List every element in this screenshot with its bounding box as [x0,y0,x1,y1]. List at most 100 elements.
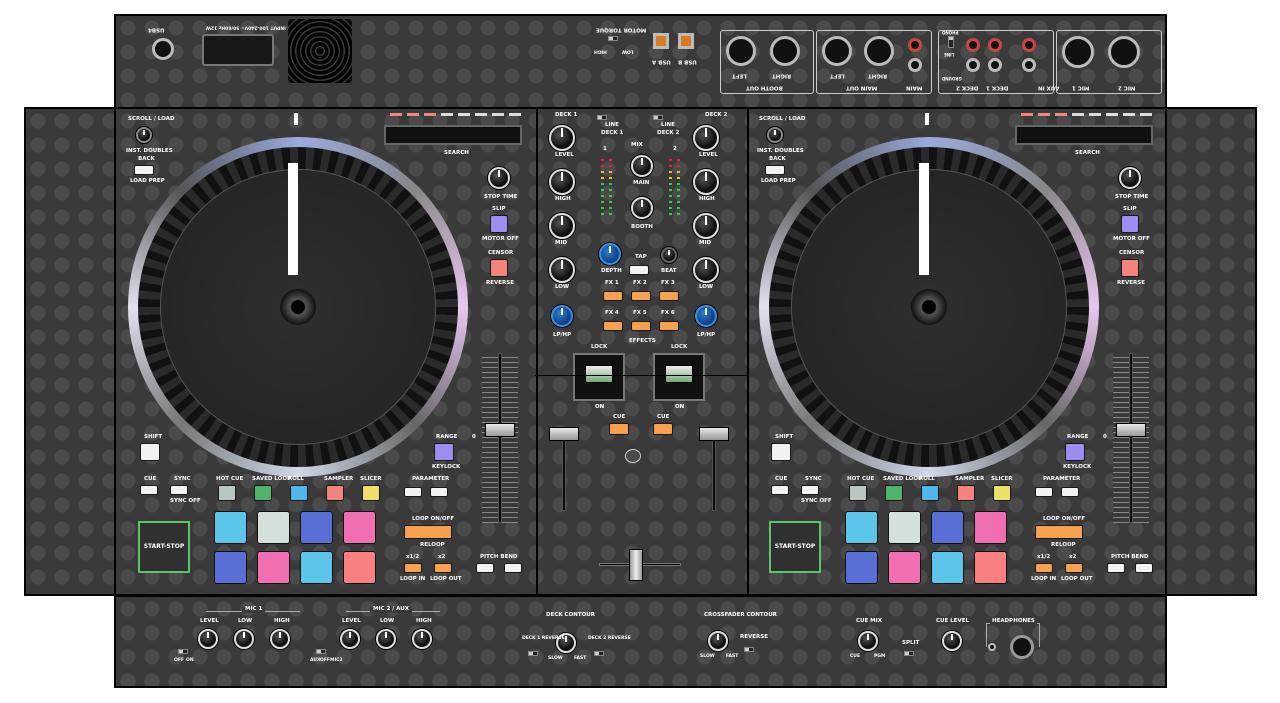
main-out-left-jack[interactable] [822,36,852,66]
deck-right-parameter-right-button[interactable] [1061,487,1079,497]
deck-right-search-display[interactable] [1015,125,1153,145]
fx-depth-knob[interactable] [599,243,621,265]
cue-right-button[interactable] [653,423,673,435]
mic1-low-knob[interactable] [234,629,254,649]
deck-right-back-button[interactable] [765,165,785,175]
deck-right-parameter-left-button[interactable] [1035,487,1053,497]
deck-left-performance-pad-5[interactable] [214,551,247,584]
headphones-mini-jack[interactable] [988,643,996,651]
deck-left-slip-button[interactable] [490,215,508,233]
channel-right-low-knob[interactable] [693,257,719,283]
deck-right-roll-button[interactable] [921,485,939,501]
deck-left-pitch-bend-up-button[interactable] [504,563,522,573]
fx6-button[interactable] [659,321,679,331]
mic1-jack[interactable] [1062,36,1094,68]
usb-a-port[interactable] [653,33,669,49]
fx5-button[interactable] [631,321,651,331]
deck-right-sampler-button[interactable] [957,485,975,501]
deck-left-pitch-bend-down-button[interactable] [476,563,494,573]
main-out-right-jack[interactable] [864,36,894,66]
booth-out-left-jack[interactable] [726,36,756,66]
deck-left-loop-half-button[interactable] [404,563,422,573]
deck-right-pitch-bend-up-button[interactable] [1135,563,1153,573]
channel-left-level-knob[interactable] [549,125,575,151]
deck-right-slicer-button[interactable] [993,485,1011,501]
cue-mix-knob[interactable] [858,631,878,651]
xfader-reverse-switch[interactable] [744,647,754,652]
deck2-phono-line-switch[interactable] [948,36,954,48]
aux-rca-right[interactable] [1022,38,1036,52]
deck-right-loop-half-button[interactable] [1035,563,1053,573]
deck-left-parameter-left-button[interactable] [404,487,422,497]
lock-right-switch[interactable] [653,353,705,401]
deck-right-pitch-fader[interactable] [1116,423,1146,437]
deck-right-performance-pad-6[interactable] [888,551,921,584]
deck-left-pitch-fader[interactable] [485,423,515,437]
deck-left-jog-wheel[interactable] [128,137,468,477]
channel-right-high-knob[interactable] [693,169,719,195]
deck-left-search-display[interactable] [384,125,522,145]
fx4-button[interactable] [603,321,623,331]
deck-right-sync-button[interactable] [801,485,819,495]
mic2-level-knob[interactable] [340,629,360,649]
deck-left-performance-pad-8[interactable] [343,551,376,584]
channel-left-lphp-knob[interactable] [551,305,573,327]
deck-right-start-stop-button[interactable]: START-STOP [769,521,821,573]
deck-left-stop-time-knob[interactable] [488,167,510,189]
deck-left-performance-pad-2[interactable] [257,511,290,544]
motor-torque-switch[interactable] [608,36,618,41]
deck-right-stop-time-knob[interactable] [1119,167,1141,189]
deck-left-sampler-button[interactable] [326,485,344,501]
deck1-line-switch[interactable] [597,115,607,120]
aux-rca-left[interactable] [1022,58,1036,72]
deck-right-performance-pad-4[interactable] [974,511,1007,544]
mic2-aux-switch[interactable] [316,649,326,654]
deck-right-hot-cue-button[interactable] [849,485,867,501]
deck-left-performance-pad-4[interactable] [343,511,376,544]
fx2-button[interactable] [631,291,651,301]
deck-left-cue-button[interactable] [140,485,158,495]
crossfader[interactable] [629,549,643,581]
fx3-button[interactable] [659,291,679,301]
lock-left-switch[interactable] [573,353,625,401]
main-rca-left[interactable] [908,58,922,72]
deck-left-range-button[interactable] [434,443,454,461]
deck-left-saved-loop-button[interactable] [254,485,272,501]
deck-left-loop-double-button[interactable] [434,563,452,573]
deck-left-shift-button[interactable] [140,443,160,461]
deck-right-performance-pad-5[interactable] [845,551,878,584]
deck-left-roll-button[interactable] [290,485,308,501]
channel-left-low-knob[interactable] [549,257,575,283]
deck-right-censor-button[interactable] [1121,259,1139,277]
deck-left-performance-pad-6[interactable] [257,551,290,584]
split-switch[interactable] [904,651,914,656]
deck-right-saved-loop-button[interactable] [885,485,903,501]
channel-left-mid-knob[interactable] [549,213,575,239]
mic1-level-knob[interactable] [198,629,218,649]
deck-left-sync-button[interactable] [170,485,188,495]
deck-right-cue-button[interactable] [771,485,789,495]
booth-out-right-jack[interactable] [770,36,800,66]
deck-right-performance-pad-7[interactable] [931,551,964,584]
deck-right-loop-double-button[interactable] [1065,563,1083,573]
channel-left-high-knob[interactable] [549,169,575,195]
deck-right-performance-pad-1[interactable] [845,511,878,544]
usb4-port[interactable] [152,38,174,60]
deck-right-pitch-bend-down-button[interactable] [1107,563,1125,573]
mic1-onoff-switch[interactable] [178,649,188,654]
deck1-reverse-switch[interactable] [528,651,538,656]
tap-button[interactable] [629,265,649,275]
deck-right-loop-onoff-button[interactable] [1035,525,1083,539]
deck-left-scroll-load-encoder[interactable] [136,127,152,143]
main-rca-right[interactable] [908,38,922,52]
channel-right-lphp-knob[interactable] [695,305,717,327]
fx1-button[interactable] [603,291,623,301]
booth-level-knob[interactable] [631,197,653,219]
usb-b-port[interactable] [678,33,694,49]
channel-right-fader[interactable] [699,427,729,441]
channel-left-fader[interactable] [549,427,579,441]
deck2-rca-left[interactable] [966,58,980,72]
mic2-low-knob[interactable] [376,629,396,649]
deck2-line-switch[interactable] [653,115,663,120]
deck-right-scroll-load-encoder[interactable] [767,127,783,143]
